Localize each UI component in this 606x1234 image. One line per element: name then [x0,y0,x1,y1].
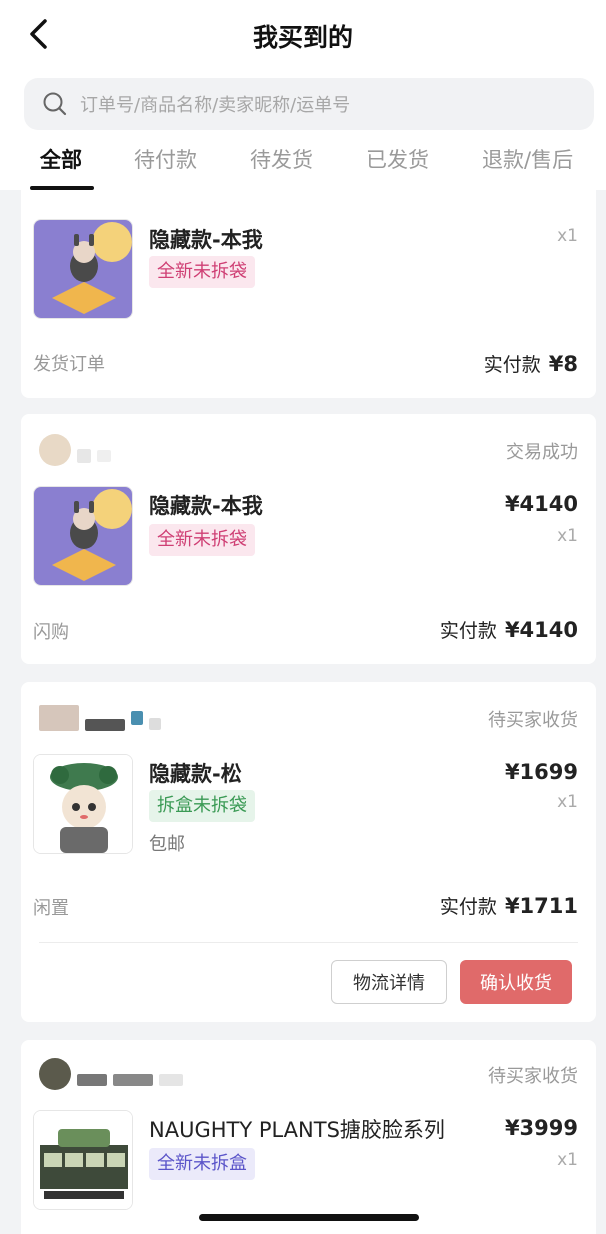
quantity: x1 [557,226,578,246]
page-title: 我买到的 [252,23,353,52]
order-status: 待买家收货 [488,710,578,731]
seller-avatar [39,1058,71,1090]
item-price: ¥1699 [504,760,578,784]
order-status: 交易成功 [506,442,578,463]
search-placeholder: 订单号/商品名称/卖家昵称/运单号 [80,95,351,116]
labubu-pine-figure-image [34,755,132,853]
product-name[interactable]: NAUGHTY PLANTS搪胶脸系列 [149,1114,445,1144]
paid-label: 实付款 [439,896,497,918]
quantity: x1 [557,526,578,546]
paid-amount: 实付款 ¥1711 [440,892,578,919]
order-card[interactable]: 待买家收货 隐藏款-松 拆盒未拆袋 包邮 ¥1699 x1 闲置 实付款 ¥171… [21,682,596,1022]
logistics-details-button[interactable]: 物流详情 [331,960,447,1004]
tab-pending-shipment[interactable]: 待发货 [250,144,313,174]
condition-tag: 全新未拆袋 [149,256,255,288]
seller-avatar [39,705,79,731]
order-source: 闪购 [33,622,69,643]
paid-value: ¥1711 [504,894,578,918]
seller-info[interactable] [39,700,161,736]
product-thumbnail[interactable] [33,1110,133,1210]
order-tabs: 全部 待付款 待发货 已发货 退款/售后 [0,136,606,190]
search-input[interactable]: 订单号/商品名称/卖家昵称/运单号 [24,78,594,130]
quantity: x1 [557,1150,578,1170]
quantity: x1 [557,792,578,812]
page-header: 我买到的 订单号/商品名称/卖家昵称/运单号 全部 待付款 待发货 已发货 退款… [0,0,606,190]
tab-all[interactable]: 全部 [40,144,82,174]
paid-label: 实付款 [483,354,541,376]
order-card[interactable]: 待买家收货 NAUGHTY PLANTS搪胶脸系列 全新未拆盒 ¥3999 x1 [21,1040,596,1234]
order-status: 待买家收货 [488,1066,578,1087]
tab-refund-aftersale[interactable]: 退款/售后 [482,144,573,174]
order-source: 闲置 [33,898,69,919]
item-price: ¥4140 [504,492,578,516]
product-name[interactable]: 隐藏款-本我 [149,490,263,520]
paid-amount: 实付款 ¥4140 [440,616,578,643]
naughty-plants-box-image [34,1111,132,1209]
item-price: ¥3999 [504,1116,578,1140]
seller-name-blurred [149,718,161,730]
product-name[interactable]: 隐藏款-本我 [149,224,263,254]
product-name[interactable]: 隐藏款-松 [149,758,242,788]
divider [39,942,578,943]
product-thumbnail[interactable] [33,219,133,319]
shipping-info: 包邮 [149,834,185,855]
seller-name-blurred [131,711,143,725]
seller-avatar [39,434,71,466]
paid-value: ¥8 [548,352,578,376]
order-card[interactable]: 交易成功 隐藏款-本我 全新未拆袋 ¥4140 x1 闪购 实付款 ¥4140 [21,414,596,664]
seller-name-blurred [97,450,111,462]
paid-amount: 实付款 ¥8 [484,350,578,377]
tab-pending-payment[interactable]: 待付款 [134,144,197,174]
home-indicator[interactable] [199,1214,419,1221]
product-thumbnail[interactable] [33,754,133,854]
condition-tag: 全新未拆袋 [149,524,255,556]
labubu-figure-image [34,220,132,318]
confirm-receipt-button[interactable]: 确认收货 [460,960,572,1004]
tab-shipped[interactable]: 已发货 [366,144,429,174]
seller-name-blurred [77,1074,107,1086]
condition-tag: 全新未拆盒 [149,1148,255,1180]
search-icon [43,92,67,116]
seller-info[interactable] [39,432,111,468]
order-source: 发货订单 [33,354,105,375]
seller-info[interactable] [39,1056,183,1092]
product-thumbnail[interactable] [33,486,133,586]
paid-value: ¥4140 [504,618,578,642]
seller-name-blurred [77,449,91,463]
labubu-figure-image [34,487,132,585]
paid-label: 实付款 [439,620,497,642]
seller-name-blurred [159,1074,183,1086]
seller-name-blurred [85,719,125,731]
condition-tag: 拆盒未拆袋 [149,790,255,822]
active-tab-indicator [30,186,94,190]
seller-name-blurred [113,1074,153,1086]
